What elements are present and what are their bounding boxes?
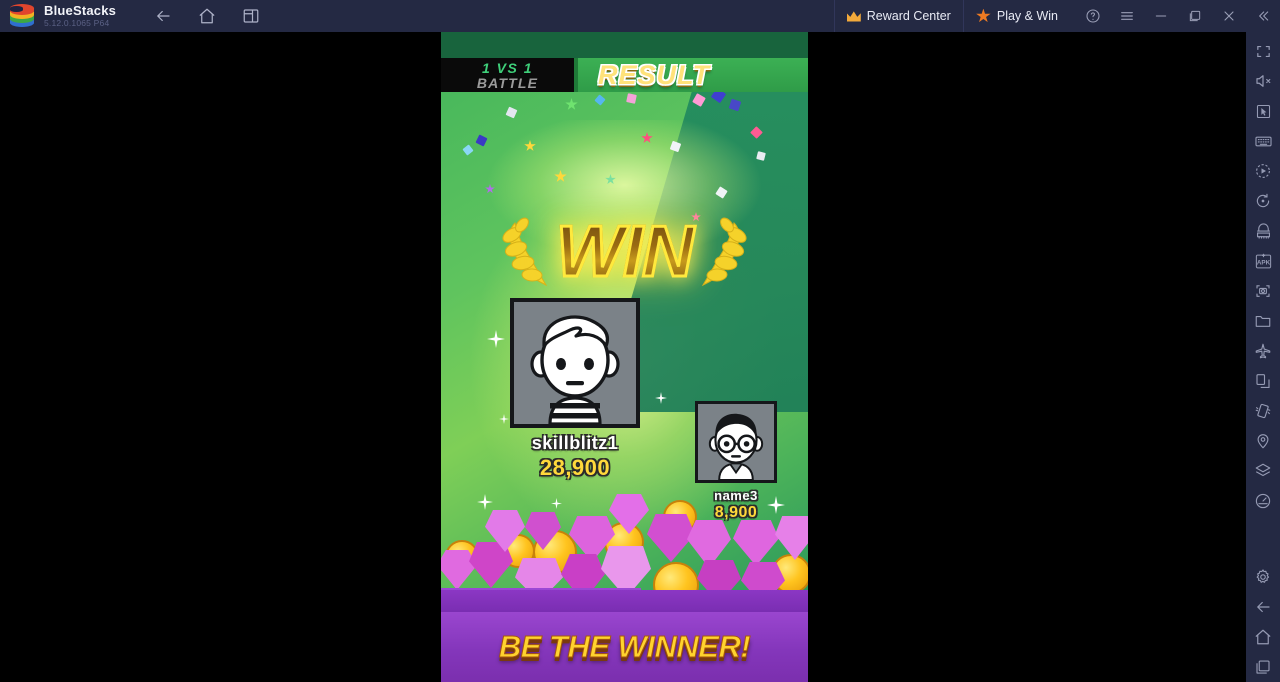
fullscreen-icon[interactable] <box>1246 36 1280 66</box>
win-title: WIN <box>555 212 696 292</box>
laurel-right-icon <box>701 217 747 287</box>
treasure-ledge <box>441 590 808 612</box>
android-home-icon[interactable] <box>1246 622 1280 652</box>
home-icon[interactable] <box>198 7 216 25</box>
menu-button[interactable] <box>1110 0 1144 32</box>
bluestacks-window: BlueStacks 5.12.0.1065 P64 Reward Center… <box>0 0 1280 682</box>
title-bar: BlueStacks 5.12.0.1065 P64 Reward Center… <box>0 0 1280 32</box>
sparkle-icon <box>477 494 493 510</box>
titlebar-nav <box>154 7 260 25</box>
result-title: RESULT <box>598 59 710 90</box>
performance-icon[interactable] <box>1246 486 1280 516</box>
gem-icon <box>775 516 808 560</box>
brand-block: BlueStacks 5.12.0.1065 P64 <box>44 4 116 28</box>
location-icon[interactable] <box>1246 426 1280 456</box>
game-top-strip <box>441 32 808 58</box>
install-apk-icon[interactable]: APK <box>1246 246 1280 276</box>
help-button[interactable] <box>1076 0 1110 32</box>
mute-icon[interactable] <box>1246 66 1280 96</box>
battle-mode-line1: 1 VS 1 <box>481 59 534 76</box>
treasure-pile <box>441 492 808 612</box>
bottom-banner-text: BE THE WINNER! <box>498 629 751 665</box>
winner-score: 28,900 <box>539 455 611 480</box>
rotate-icon[interactable] <box>1246 186 1280 216</box>
android-recents-icon[interactable] <box>1246 652 1280 682</box>
airplane-mode-icon[interactable] <box>1246 336 1280 366</box>
sparkle-icon <box>551 498 562 509</box>
reward-center-label: Reward Center <box>866 9 951 23</box>
laurel-left-icon <box>502 217 548 287</box>
multi-instance-icon[interactable] <box>1246 216 1280 246</box>
play-and-win-button[interactable]: Play & Win <box>962 0 1070 32</box>
minimize-button[interactable] <box>1144 0 1178 32</box>
keyboard-icon[interactable] <box>1246 126 1280 156</box>
bluestacks-sidebar: APK <box>1246 32 1280 682</box>
copy-paste-icon[interactable] <box>1246 366 1280 396</box>
winner-avatar <box>514 302 636 424</box>
window-controls <box>1076 0 1280 32</box>
close-button[interactable] <box>1212 0 1246 32</box>
svg-text:APK: APK <box>1256 259 1270 266</box>
bluestacks-logo-icon <box>8 2 36 30</box>
winner-player: skillblitz1 28,900 <box>510 298 640 481</box>
maximize-button[interactable] <box>1178 0 1212 32</box>
opponent-avatar <box>698 404 774 480</box>
play-and-win-label: Play & Win <box>996 9 1058 23</box>
bottom-banner[interactable]: BE THE WINNER! <box>441 612 808 682</box>
android-back-icon[interactable] <box>1246 592 1280 622</box>
win-title-block: WIN WIN <box>441 204 808 300</box>
shake-icon[interactable] <box>1246 396 1280 426</box>
macro-record-icon[interactable] <box>1246 156 1280 186</box>
cursor-icon[interactable] <box>1246 96 1280 126</box>
media-manager-icon[interactable] <box>1246 306 1280 336</box>
game-viewport[interactable]: 1 VS 1 BATTLE RESULT WIN skillblitz1 28,… <box>441 32 808 682</box>
settings-icon[interactable] <box>1246 562 1280 592</box>
layers-icon[interactable] <box>1246 456 1280 486</box>
back-icon[interactable] <box>154 7 172 25</box>
brand-name: BlueStacks <box>44 3 117 19</box>
titlebar-actions: Reward Center Play & Win <box>833 0 1280 32</box>
version-label: 5.12.0.1065 P64 <box>44 18 110 29</box>
result-header-bar: 1 VS 1 BATTLE RESULT <box>441 58 808 92</box>
screenshot-icon[interactable] <box>1246 276 1280 306</box>
sparkle-icon <box>499 414 509 424</box>
result-title-wrap: RESULT <box>574 58 808 92</box>
crown-icon <box>846 11 861 22</box>
sparkle-icon <box>487 330 505 348</box>
sparkle-icon <box>767 496 785 514</box>
result-stage: WIN WIN <box>441 92 808 612</box>
battle-mode-line2: BATTLE <box>476 74 539 91</box>
gem-icon <box>733 520 779 566</box>
collapse-button[interactable] <box>1246 0 1280 32</box>
instance-manager-icon[interactable] <box>242 7 260 25</box>
opponent-avatar-frame <box>695 401 777 483</box>
winner-name: skillblitz1 <box>531 433 619 453</box>
reward-center-button[interactable]: Reward Center <box>833 0 963 32</box>
winner-avatar-frame <box>510 298 640 428</box>
star-badge-icon <box>976 8 991 23</box>
battle-mode-tag: 1 VS 1 BATTLE <box>441 58 574 92</box>
